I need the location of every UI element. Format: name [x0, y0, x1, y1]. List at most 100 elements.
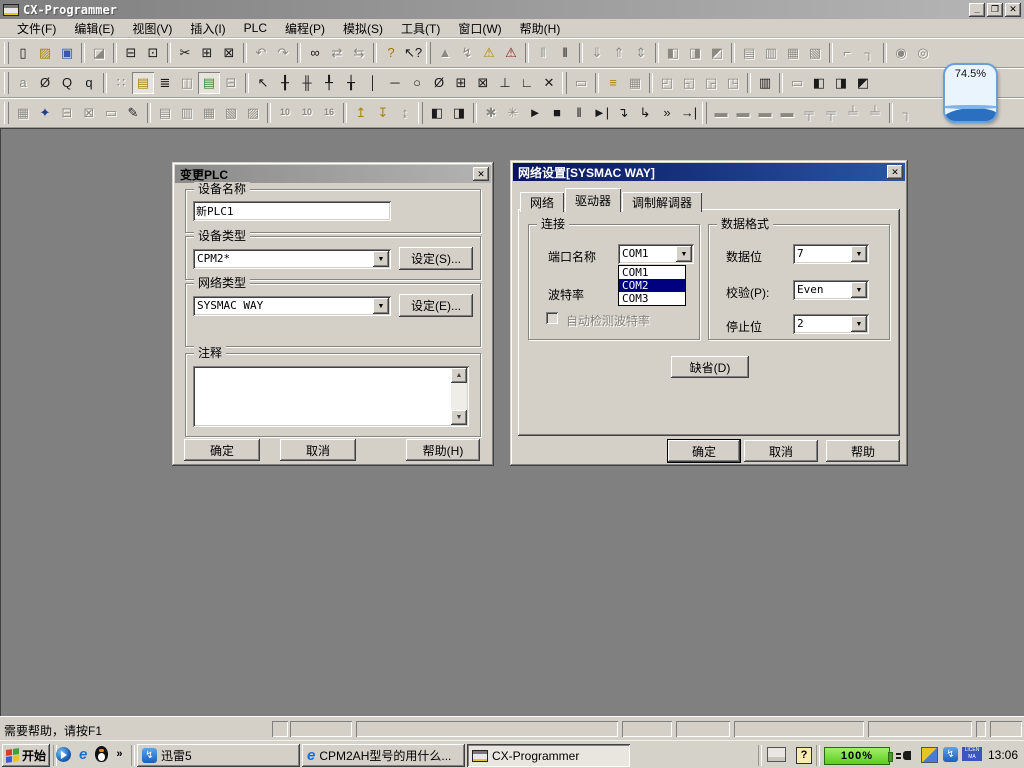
monitor-in-rung-button[interactable]: ▤	[198, 72, 220, 94]
close-icon[interactable]: ✕	[887, 165, 903, 179]
toolbar-grip[interactable]	[426, 42, 431, 64]
cross-reference-window-button[interactable]: ◨	[830, 72, 852, 94]
qq-icon[interactable]	[95, 746, 108, 762]
help-button[interactable]: 帮助(H)	[406, 439, 480, 461]
menu-item[interactable]: 插入(I)	[181, 18, 234, 39]
edit-program-button[interactable]: ✦	[34, 102, 56, 124]
thunder-progress-widget[interactable]: 74.5%	[943, 63, 998, 123]
menu-item[interactable]: 视图(V)	[123, 18, 181, 39]
toolbar-grip[interactable]	[4, 42, 9, 64]
local-symbol-window-button[interactable]: ◩	[852, 72, 874, 94]
new-instruction-button[interactable]: ⊞	[450, 72, 472, 94]
delete-line-button[interactable]: ✕	[538, 72, 560, 94]
show-comments-button[interactable]: ▤	[132, 72, 154, 94]
new-closed-coil-button[interactable]: Ø	[428, 72, 450, 94]
tab-active-驱动器[interactable]: 驱动器	[565, 188, 621, 212]
step-out-button[interactable]: ↳	[634, 102, 656, 124]
device-type-settings-button[interactable]: 设定(S)...	[399, 247, 473, 270]
work-online-button[interactable]: ⚠	[500, 42, 522, 64]
zoom-out-button[interactable]: q	[78, 72, 100, 94]
port-option-COM3[interactable]: COM3	[619, 292, 685, 305]
comment-field[interactable]: ▲ ▼	[193, 366, 469, 427]
program-check-button[interactable]: ⚠	[478, 42, 500, 64]
battery-indicator[interactable]: 100%	[824, 747, 890, 765]
close-button[interactable]: ✕	[1005, 3, 1021, 17]
menu-item[interactable]: 模拟(S)	[334, 18, 392, 39]
open-project-button[interactable]: ▨	[34, 42, 56, 64]
simulation-stop-button[interactable]: ■	[546, 102, 568, 124]
new-closed-or-contact-button[interactable]: ╁	[340, 72, 362, 94]
continuous-step-run-button[interactable]: »	[656, 102, 678, 124]
force-on-button[interactable]: ↥	[350, 102, 372, 124]
device-type-combo[interactable]: CPM2* ▼	[193, 249, 391, 269]
line-corner-button[interactable]: ∟	[516, 72, 538, 94]
menu-item[interactable]: 工具(T)	[392, 18, 449, 39]
properties-button[interactable]: ✎	[122, 102, 144, 124]
thunder-icon[interactable]: ↯	[943, 747, 958, 762]
chevron-down-icon[interactable]: ▼	[373, 251, 389, 267]
find-button[interactable]: ∞	[304, 42, 326, 64]
print-preview-button[interactable]: ⊡	[142, 42, 164, 64]
menu-item[interactable]: 编辑(E)	[65, 18, 123, 39]
dialog-titlebar[interactable]: 变更PLC ✕	[175, 165, 491, 183]
chevron-down-icon[interactable]: ▼	[851, 316, 867, 332]
start-button[interactable]: 开始	[2, 744, 50, 767]
show-rung-annotations-button[interactable]: ≣	[154, 72, 176, 94]
simulation-pause-button[interactable]: ‖	[568, 102, 590, 124]
overflow-chevron[interactable]: »	[116, 748, 122, 760]
new-contact-button[interactable]: ╂	[274, 72, 296, 94]
ok-button[interactable]: 确定	[184, 439, 260, 461]
task-button-2[interactable]: eCPM2AH型号的用什么...	[302, 744, 465, 767]
cancel-button[interactable]: 取消	[280, 439, 356, 461]
stop-bits-combo[interactable]: 2 ▼	[793, 314, 869, 334]
save-project-button[interactable]: ▣	[56, 42, 78, 64]
context-help-button[interactable]: ↖?	[402, 42, 424, 64]
port-combo[interactable]: COM1 ▼	[618, 244, 694, 264]
copy-button[interactable]: ⊞	[196, 42, 218, 64]
rung-manager-button[interactable]: ▥	[754, 72, 776, 94]
media-player-icon[interactable]	[56, 747, 71, 762]
zoom-reset-button[interactable]: Ø	[34, 72, 56, 94]
simulator-window-button[interactable]: ◧	[426, 102, 448, 124]
new-closed-contact-button[interactable]: ╫	[296, 72, 318, 94]
task-button-3[interactable]: CX-Programmer	[467, 744, 630, 767]
menu-item[interactable]: 帮助(H)	[511, 18, 570, 39]
app-grid-icon[interactable]	[921, 747, 938, 763]
menu-item[interactable]: PLC	[235, 19, 276, 37]
ok-button[interactable]: 确定	[668, 440, 740, 462]
comment-scrollbar[interactable]: ▲ ▼	[451, 368, 467, 425]
menu-item[interactable]: 窗口(W)	[449, 18, 510, 39]
cancel-button[interactable]: 取消	[744, 440, 818, 462]
chevron-down-icon[interactable]: ▼	[676, 246, 692, 262]
menu-item[interactable]: 文件(F)	[8, 18, 65, 39]
menu-item[interactable]: 编程(P)	[276, 18, 334, 39]
network-type-settings-button[interactable]: 设定(E)...	[399, 294, 473, 317]
toolbar-grip[interactable]	[4, 102, 9, 124]
help-button[interactable]: ?	[380, 42, 402, 64]
new-or-contact-button[interactable]: ╀	[318, 72, 340, 94]
new-horizontal-line-button[interactable]: ─	[384, 72, 406, 94]
port-option-COM1[interactable]: COM1	[619, 266, 685, 279]
print-button[interactable]: ⊟	[120, 42, 142, 64]
scroll-down-icon[interactable]: ▼	[451, 410, 467, 425]
scroll-up-icon[interactable]: ▲	[451, 368, 467, 383]
chevron-down-icon[interactable]: ▼	[851, 246, 867, 262]
step-run-button[interactable]: ►|	[590, 102, 612, 124]
line-branch-button[interactable]: ⊥	[494, 72, 516, 94]
license-icon[interactable]: LICENMA	[962, 747, 982, 761]
scan-run-button[interactable]: →|	[678, 102, 700, 124]
data-bits-combo[interactable]: 7 ▼	[793, 244, 869, 264]
paste-button[interactable]: ⊠	[218, 42, 240, 64]
keyboard-icon[interactable]	[767, 747, 786, 762]
toolbar-grip[interactable]	[4, 72, 9, 94]
help-button[interactable]: 帮助	[826, 440, 900, 462]
toolbar-grip[interactable]	[562, 72, 567, 94]
new-file-button[interactable]: ▯	[12, 42, 34, 64]
chevron-down-icon[interactable]: ▼	[373, 298, 389, 314]
step-in-button[interactable]: ↴	[612, 102, 634, 124]
parity-combo[interactable]: Even ▼	[793, 280, 869, 300]
new-vertical-line-button[interactable]: │	[362, 72, 384, 94]
internet-explorer-icon[interactable]: e	[79, 747, 87, 762]
pause-button[interactable]: ‖	[554, 42, 576, 64]
ime-help-icon[interactable]: ?	[796, 747, 812, 764]
